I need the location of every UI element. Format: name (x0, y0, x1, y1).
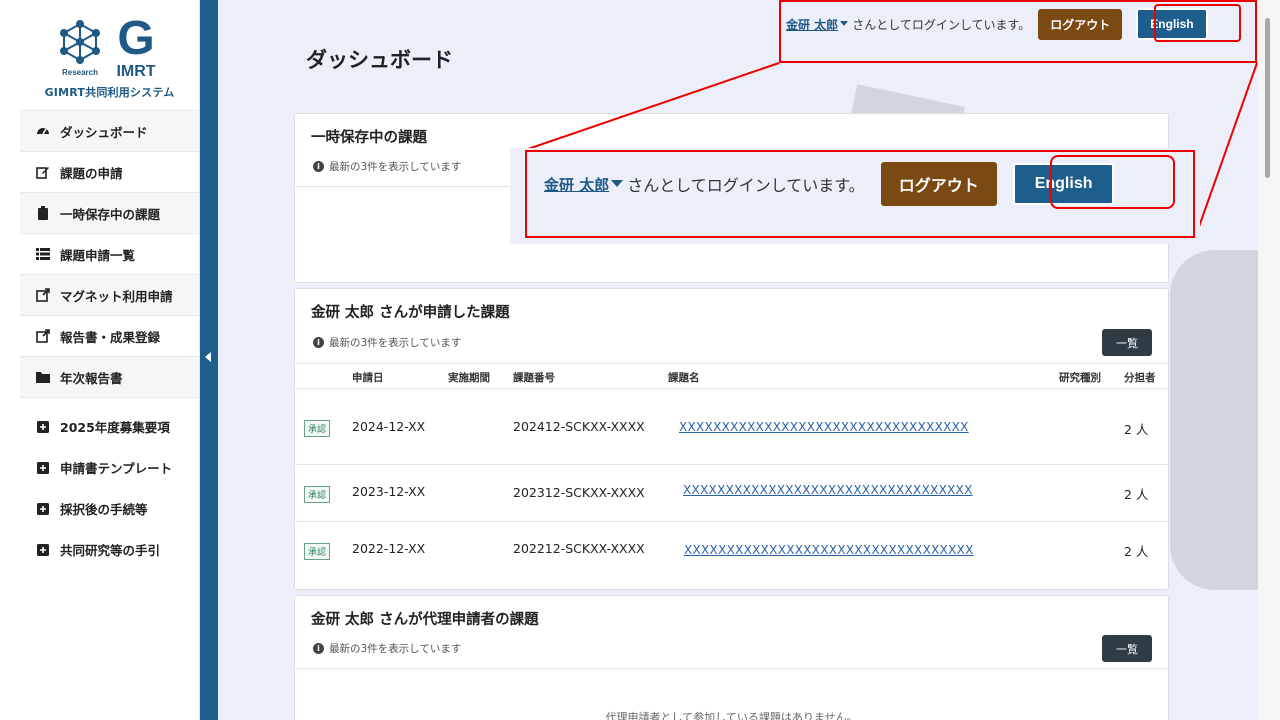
svg-text:Research: Research (61, 68, 97, 77)
table-header: 申請日 実施期間 課題番号 課題名 研究種別 分担者 (295, 363, 1168, 389)
info-icon: i (313, 643, 324, 654)
project-number: 202412-SCKXX-XXXX (513, 419, 645, 434)
sidebar-item-magnet[interactable]: マグネット利用申請 (20, 275, 199, 316)
system-name: GIMRT共同利用システム (44, 86, 175, 99)
plus-square-icon (36, 502, 50, 516)
sidebar-item-label: 申請書テンプレート (60, 461, 173, 476)
proxy-empty-message: 代理申請者として参加している課題はありません。 (605, 711, 858, 720)
member-count: 2 人 (1124, 422, 1149, 437)
page-title: ダッシュボード (306, 48, 453, 72)
apply-date: 2024-12-XX (352, 419, 426, 434)
list-icon (36, 247, 50, 261)
main-content: ダッシュボード 一時保存中の課題 i 最新の3件を表示しています 金研 太郎 さ… (218, 0, 1258, 720)
external-link-icon (36, 329, 50, 343)
info-icon: i (313, 161, 324, 172)
folder-icon (36, 370, 50, 384)
highlight-box-zoom-english (1050, 155, 1175, 209)
table-row: 承認 2023-12-XX 202312-SCKXX-XXXX XXXXXXXX… (295, 465, 1168, 522)
column-header: 課題番号 (513, 372, 555, 384)
sidebar-link-recruitment[interactable]: 2025年度募集要項 (20, 406, 199, 447)
sidebar-collapse-bar[interactable] (200, 0, 218, 720)
svg-text:G: G (117, 14, 154, 65)
project-number: 202212-SCKXX-XXXX (513, 541, 645, 556)
edit-icon (36, 165, 50, 179)
proxy-note: i 最新の3件を表示しています (313, 641, 461, 656)
gimrt-g-logo-icon: G IMRT (116, 14, 155, 78)
project-name-link[interactable]: XXXXXXXXXXXXXXXXXXXXXXXXXXXXXXXXXX (683, 483, 973, 497)
divider (295, 668, 1168, 669)
status-badge: 承認 (304, 543, 331, 560)
scrollbar-thumb[interactable] (1265, 18, 1270, 178)
column-header: 実施期間 (448, 372, 490, 384)
member-count: 2 人 (1124, 544, 1149, 559)
sidebar-item-label: 一時保存中の課題 (60, 206, 161, 222)
sidebar-item-label: 2025年度募集要項 (60, 420, 170, 435)
proxy-list-button[interactable]: 一覧 (1102, 635, 1152, 662)
column-header: 分担者 (1124, 372, 1156, 384)
project-name-link[interactable]: XXXXXXXXXXXXXXXXXXXXXXXXXXXXXXXXXX (684, 543, 974, 557)
plus-square-icon (36, 420, 50, 434)
clipboard-icon (36, 206, 50, 220)
sidebar-item-reports[interactable]: 報告書・成果登録 (20, 316, 199, 357)
status-badge: 承認 (304, 420, 331, 437)
drafts-note: i 最新の3件を表示しています (313, 159, 461, 174)
sidebar-link-guide[interactable]: 共同研究等の手引 (20, 529, 199, 570)
logo-marks: Research G IMRT (57, 10, 163, 78)
applied-card: 金研 太郎 さんが申請した課題 i 最新の3件を表示しています 一覧 申請日 実… (294, 288, 1169, 590)
proxy-card: 金研 太郎 さんが代理申請者の課題 i 最新の3件を表示しています 一覧 代理申… (294, 595, 1169, 720)
status-badge: 承認 (304, 486, 331, 503)
sidebar-item-dashboard[interactable]: ダッシュボード (20, 111, 199, 152)
dashboard-icon (36, 124, 50, 138)
applied-title: 金研 太郎 さんが申請した課題 (311, 305, 510, 321)
project-number: 202312-SCKXX-XXXX (513, 485, 645, 500)
sidebar-item-apply[interactable]: 課題の申請 (20, 152, 199, 193)
plus-square-icon (36, 461, 50, 475)
external-link-icon (36, 288, 50, 302)
logo[interactable]: Research G IMRT GIMRT共同利用システム (20, 0, 199, 110)
table-row: 承認 2024-12-XX 202412-SCKXX-XXXX XXXXXXXX… (295, 389, 1168, 465)
column-header: 研究種別 (1059, 372, 1101, 384)
sidebar-item-label: ダッシュボード (60, 124, 148, 140)
scrollbar[interactable] (1258, 0, 1280, 720)
applied-note: i 最新の3件を表示しています (313, 335, 461, 350)
sidebar-nav: ダッシュボード 課題の申請 一時保存中の課題 課題申請一覧 マグネット利用申請 … (20, 110, 199, 570)
sidebar-item-label: 報告書・成果登録 (60, 329, 161, 345)
svg-text:IMRT: IMRT (116, 63, 155, 78)
apply-date: 2022-12-XX (352, 541, 426, 556)
column-header: 申請日 (352, 372, 384, 384)
info-icon: i (313, 337, 324, 348)
highlight-box-english (1154, 4, 1241, 42)
table-row: 承認 2022-12-XX 202212-SCKXX-XXXX XXXXXXXX… (295, 522, 1168, 590)
sidebar-item-label: 採択後の手続等 (60, 502, 148, 517)
sidebar-item-label: 課題の申請 (60, 165, 123, 181)
apply-date: 2023-12-XX (352, 484, 426, 499)
collapse-arrow-icon (205, 352, 211, 362)
sidebar-item-annual-report[interactable]: 年次報告書 (20, 357, 199, 398)
sidebar-item-drafts[interactable]: 一時保存中の課題 (20, 193, 199, 234)
sidebar-item-label: 共同研究等の手引 (60, 543, 161, 558)
proxy-title: 金研 太郎 さんが代理申請者の課題 (311, 612, 539, 628)
sidebar-item-label: 課題申請一覧 (60, 247, 136, 263)
applied-list-button[interactable]: 一覧 (1102, 329, 1152, 356)
sidebar-link-procedures[interactable]: 採択後の手続等 (20, 488, 199, 529)
project-name-link[interactable]: XXXXXXXXXXXXXXXXXXXXXXXXXXXXXXXXXX (679, 420, 969, 434)
background-decoration (1170, 250, 1258, 590)
sidebar-item-label: 年次報告書 (60, 370, 123, 386)
plus-square-icon (36, 543, 50, 557)
column-header: 課題名 (668, 372, 700, 384)
member-count: 2 人 (1124, 487, 1149, 502)
sidebar: Research G IMRT GIMRT共同利用システム ダッシュボード 課題… (20, 0, 200, 720)
sidebar-link-templates[interactable]: 申請書テンプレート (20, 447, 199, 488)
drafts-title: 一時保存中の課題 (311, 130, 427, 146)
sidebar-item-application-list[interactable]: 課題申請一覧 (20, 234, 199, 275)
sidebar-item-label: マグネット利用申請 (60, 288, 173, 304)
molecule-logo-icon: Research (59, 20, 100, 77)
